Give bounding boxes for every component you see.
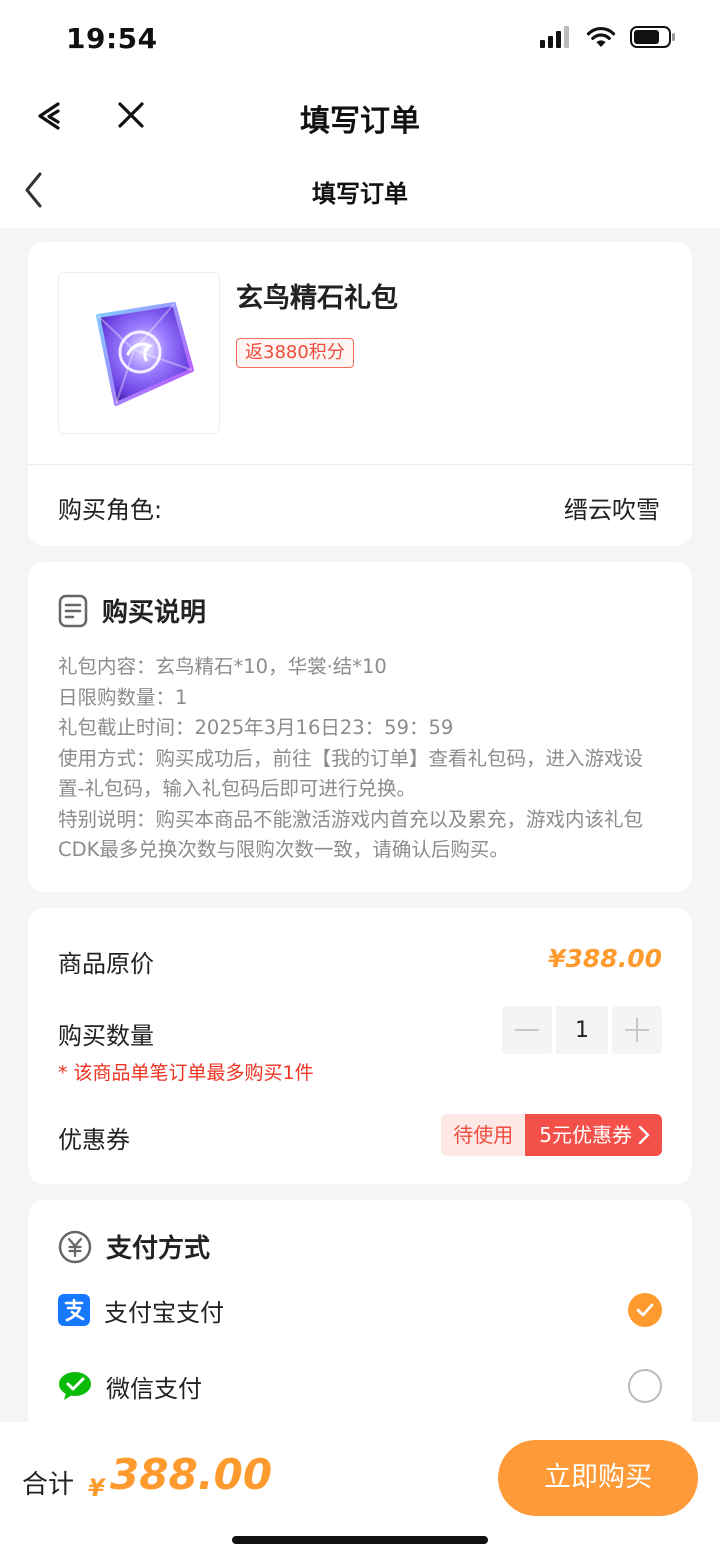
original-price-label: 商品原价 — [58, 950, 154, 978]
coupon-value: 5元优惠券 — [525, 1114, 662, 1156]
home-indicator — [232, 1536, 488, 1544]
wechat-radio[interactable] — [628, 1369, 662, 1403]
wifi-icon — [586, 26, 616, 47]
purchase-notes-text: 礼包内容：玄鸟精石*10，华裳·结*10 日限购数量：1 礼包截止时间：2025… — [58, 652, 668, 866]
app-bar-title: 填写订单 — [300, 104, 420, 139]
purchase-notes-header: 购买说明 — [58, 592, 206, 629]
plus-icon — [625, 1018, 649, 1042]
coupon-status: 待使用 — [441, 1114, 526, 1156]
divider — [28, 464, 692, 465]
purchase-limit-note: * 该商品单笔订单最多购买1件 — [58, 1062, 314, 1084]
notes-line: 日限购数量：1 — [58, 685, 188, 709]
checkout-bar: 合计 ¥ 388.00 立即购买 — [0, 1422, 720, 1558]
quantity-label: 购买数量 — [58, 1022, 154, 1050]
total-currency: ¥ — [88, 1474, 105, 1502]
page-header: 填写订单 — [0, 152, 720, 228]
payment-header: 支付方式 — [58, 1228, 210, 1265]
chevron-right-icon — [638, 1125, 650, 1145]
price-card: 商品原价 ¥388.00 购买数量 1 * 该商品单笔订单最多购买1件 优惠券 … — [28, 908, 692, 1184]
app-bar: 填写订单 — [0, 80, 720, 152]
coupon-selector[interactable]: 待使用 5元优惠券 — [441, 1114, 662, 1156]
product-card: 玄鸟精石礼包 返3880积分 购买角色: 缙云吹雪 — [28, 242, 692, 546]
signal-icon — [540, 26, 569, 48]
page-title: 填写订单 — [312, 180, 408, 208]
points-badge: 返3880积分 — [236, 338, 354, 368]
payment-option-wechat[interactable]: 微信支付 — [58, 1364, 662, 1408]
decrease-button[interactable] — [502, 1006, 552, 1054]
total-label: 合计 — [22, 1470, 75, 1500]
gem-icon — [96, 302, 194, 406]
notes-line: 使用方式：购买成功后，前往【我的订单】查看礼包码，进入游戏设置-礼包码，输入礼包… — [58, 746, 644, 801]
buy-now-button[interactable]: 立即购买 — [498, 1440, 698, 1516]
battery-icon — [630, 26, 675, 48]
purchase-notes-card: 购买说明 礼包内容：玄鸟精石*10，华裳·结*10 日限购数量：1 礼包截止时间… — [28, 562, 692, 892]
payment-option-alipay[interactable]: 支付宝支付 — [58, 1288, 662, 1332]
product-name: 玄鸟精石礼包 — [236, 283, 398, 314]
quantity-value[interactable]: 1 — [556, 1006, 608, 1054]
role-value[interactable]: 缙云吹雪 — [564, 490, 660, 525]
document-icon — [58, 594, 88, 627]
role-label: 购买角色: — [58, 496, 163, 524]
yuan-icon — [58, 1230, 92, 1263]
notes-line: 特别说明：购买本商品不能激活游戏内首充以及累充，游戏内该礼包CDK最多兑换次数与… — [58, 807, 644, 862]
original-price: ¥388.00 — [548, 944, 662, 973]
notes-line: 礼包截止时间：2025年3月16日23：59：59 — [58, 716, 454, 739]
status-time: 19:54 — [66, 22, 158, 55]
status-bar: 19:54 — [0, 0, 720, 80]
check-icon — [636, 1303, 654, 1317]
payment-card: 支付方式 支付宝支付 微信支付 — [28, 1200, 692, 1440]
total-amount: 388.00 — [110, 1450, 273, 1499]
alipay-label: 支付宝支付 — [104, 1298, 224, 1327]
coupon-value-text: 5元优惠券 — [539, 1123, 632, 1147]
minus-icon — [515, 1029, 539, 1031]
status-icons — [540, 26, 676, 48]
purchase-notes-title: 购买说明 — [102, 598, 207, 628]
quantity-stepper: 1 — [502, 1006, 662, 1054]
wechat-icon — [59, 1372, 91, 1400]
alipay-radio[interactable] — [628, 1293, 662, 1327]
payment-title: 支付方式 — [106, 1234, 211, 1264]
increase-button[interactable] — [612, 1006, 662, 1054]
alipay-icon — [58, 1294, 90, 1326]
coupon-label: 优惠券 — [58, 1126, 130, 1154]
wechat-label: 微信支付 — [106, 1374, 202, 1403]
notes-line: 礼包内容：玄鸟精石*10，华裳·结*10 — [58, 655, 387, 678]
product-image — [58, 272, 220, 434]
